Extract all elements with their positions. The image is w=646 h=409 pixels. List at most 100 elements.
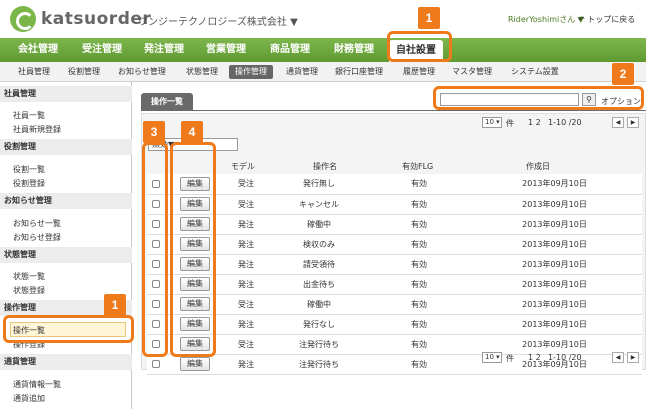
sidebar-link-roles-list[interactable]: 役割一覧 (13, 164, 45, 175)
row-date: 2013年09月10日 (467, 214, 642, 235)
row-flag: 有効 (371, 234, 467, 255)
app-header: katsuorder ワンジーテクノロジーズ株式会社 ▼ RiderYoshim… (0, 0, 646, 38)
row-cell: 編集 (165, 354, 225, 375)
row-flag: 有効 (371, 314, 467, 335)
col-model: モデル (231, 162, 255, 171)
sidebar-section-roles: 役割管理 (0, 139, 132, 155)
logo[interactable]: katsuorder (10, 6, 151, 32)
page-range: 1-10 /20 (548, 118, 582, 127)
per-page-label: 件 (506, 119, 514, 128)
next-page-icon-bottom[interactable]: ▶ (627, 352, 639, 363)
page-numbers[interactable]: 1 2 (528, 118, 541, 127)
callout-badge-4: 4 (181, 121, 203, 143)
row-date: 2013年09月10日 (467, 274, 642, 295)
sub-nav-history[interactable]: 履歴管理 (403, 62, 435, 82)
sidebar-link-staff-list[interactable]: 社員一覧 (13, 110, 45, 121)
callout-box-edit (170, 142, 216, 357)
row-date: 2013年09月10日 (467, 334, 642, 355)
sub-nav-status[interactable]: 状態管理 (186, 62, 218, 82)
row-model: 受注 (225, 334, 267, 355)
row-model: 発注 (225, 354, 267, 375)
sub-nav-notices[interactable]: お知らせ管理 (118, 62, 166, 82)
pager-top: 10 ▾ 件 1 2 1-10 /20 ◀ ▶ (482, 117, 642, 130)
main-nav-products[interactable]: 商品管理 (270, 38, 310, 62)
sub-nav-operations[interactable]: 操作管理 (229, 65, 273, 79)
sub-nav: 社員管理 役割管理 お知らせ管理 状態管理 操作管理 通貨管理 銀行口座管理 履… (0, 62, 646, 82)
sub-nav-staff[interactable]: 社員管理 (18, 62, 50, 82)
prev-page-icon-bottom[interactable]: ◀ (612, 352, 624, 363)
row-flag: 有効 (371, 254, 467, 275)
sub-nav-roles[interactable]: 役割管理 (68, 62, 100, 82)
sidebar: 社員管理 社員一覧 社員新規登録 役割管理 役割一覧 役割登録 お知らせ管理 お… (0, 82, 132, 409)
row-date: 2013年09月10日 (467, 314, 642, 335)
per-page-select[interactable]: 10 ▾ (482, 117, 502, 128)
pager-bottom: 10 ▾ 件 1 2 1-10 /20 ◀ ▶ (482, 352, 642, 365)
page-numbers-bottom[interactable]: 1 2 (528, 353, 541, 362)
callout-box-settings (387, 31, 452, 62)
table-row: 編集 発注 出金待ち 有効 2013年09月10日 (147, 274, 642, 295)
sub-nav-master[interactable]: マスタ管理 (452, 62, 492, 82)
user-menu[interactable]: RiderYoshimiさん ▼ (508, 14, 584, 25)
sub-nav-bank[interactable]: 銀行口座管理 (335, 62, 383, 82)
table-row: 編集 発注 発行なし 有効 2013年09月10日 (147, 314, 642, 335)
row-model: 受注 (225, 194, 267, 215)
per-page-label-bottom: 件 (506, 354, 514, 363)
edit-button[interactable]: 編集 (180, 357, 210, 371)
sidebar-link-staff-new[interactable]: 社員新規登録 (13, 124, 61, 135)
row-date: 2013年09月10日 (467, 194, 642, 215)
row-flag: 有効 (371, 274, 467, 295)
table-row: 編集 発注 請受領待 有効 2013年09月10日 (147, 254, 642, 275)
sidebar-link-notices-list[interactable]: お知らせ一覧 (13, 218, 61, 229)
row-date: 2013年09月10日 (467, 254, 642, 275)
tab-operations-list[interactable]: 操作一覧 (141, 93, 193, 111)
main-nav-orders[interactable]: 受注管理 (82, 38, 122, 62)
table-row: 編集 受注 注発行待ち 有効 2013年09月10日 (147, 334, 642, 355)
operations-table: 編集 受注 発行無し 有効 2013年09月10日 編集 受注 キャンセル 有効 2013年09月… (147, 174, 642, 375)
sidebar-section-currency: 通貨管理 (0, 354, 132, 370)
row-date: 2013年09月10日 (467, 174, 642, 195)
sidebar-link-status-new[interactable]: 状態登録 (13, 285, 45, 296)
main-nav: 会社管理 受注管理 発注管理 営業管理 商品管理 財務管理 自社設置 (0, 38, 646, 62)
back-to-top-link[interactable]: ↶ トップに戻る (578, 14, 635, 25)
sidebar-link-currency-new[interactable]: 通貨追加 (13, 393, 45, 404)
sidebar-link-roles-new[interactable]: 役割登録 (13, 178, 45, 189)
table-row: 編集 受注 キャンセル 有効 2013年09月10日 (147, 194, 642, 215)
row-name: 注発行待ち (267, 334, 371, 355)
row-flag: 有効 (371, 354, 467, 375)
table-row: 編集 発注 稼働中 有効 2013年09月10日 (147, 214, 642, 235)
main-nav-purchase[interactable]: 発注管理 (144, 38, 184, 62)
row-model: 発注 (225, 314, 267, 335)
tab-underline (141, 110, 646, 111)
callout-badge-3: 3 (143, 121, 165, 143)
sidebar-link-status-list[interactable]: 状態一覧 (13, 271, 45, 282)
row-name: 稼働中 (267, 294, 371, 315)
row-name: 検収のみ (267, 234, 371, 255)
list-panel: 10 ▾ 件 1 2 1-10 /20 ◀ ▶ 無効▼ モデル 操作名 有効FL… (141, 113, 646, 375)
prev-page-icon[interactable]: ◀ (612, 117, 624, 128)
main-nav-company[interactable]: 会社管理 (18, 38, 58, 62)
main-content: 操作一覧 ⚲ オプション 10 ▾ 件 1 2 1-10 /20 ◀ ▶ 無効▼… (141, 90, 646, 375)
row-checkbox[interactable] (152, 360, 160, 368)
logo-icon (10, 6, 36, 32)
main-nav-sales[interactable]: 営業管理 (206, 38, 246, 62)
row-flag: 有効 (371, 174, 467, 195)
row-date: 2013年09月10日 (467, 234, 642, 255)
sidebar-link-notices-new[interactable]: お知らせ登録 (13, 232, 61, 243)
sidebar-link-currency-list[interactable]: 通貨情報一覧 (13, 379, 61, 390)
callout-badge-1-side: 1 (104, 294, 126, 316)
row-model: 発注 (225, 214, 267, 235)
company-selector[interactable]: ワンジーテクノロジーズ株式会社 ▼ (138, 13, 298, 28)
row-name: 発行無し (267, 174, 371, 195)
next-page-icon[interactable]: ▶ (627, 117, 639, 128)
sidebar-section-staff: 社員管理 (0, 86, 132, 102)
sub-nav-system[interactable]: システム設置 (511, 62, 559, 82)
row-date: 2013年09月10日 (467, 294, 642, 315)
row-name: 請受領待 (267, 254, 371, 275)
sub-nav-currency[interactable]: 通貨管理 (286, 62, 318, 82)
row-model: 受注 (225, 174, 267, 195)
per-page-select-bottom[interactable]: 10 ▾ (482, 352, 502, 363)
col-date: 作成日 (526, 162, 550, 171)
main-nav-finance[interactable]: 財務管理 (334, 38, 374, 62)
logo-text: katsuorder (41, 9, 152, 29)
row-model: 発注 (225, 254, 267, 275)
